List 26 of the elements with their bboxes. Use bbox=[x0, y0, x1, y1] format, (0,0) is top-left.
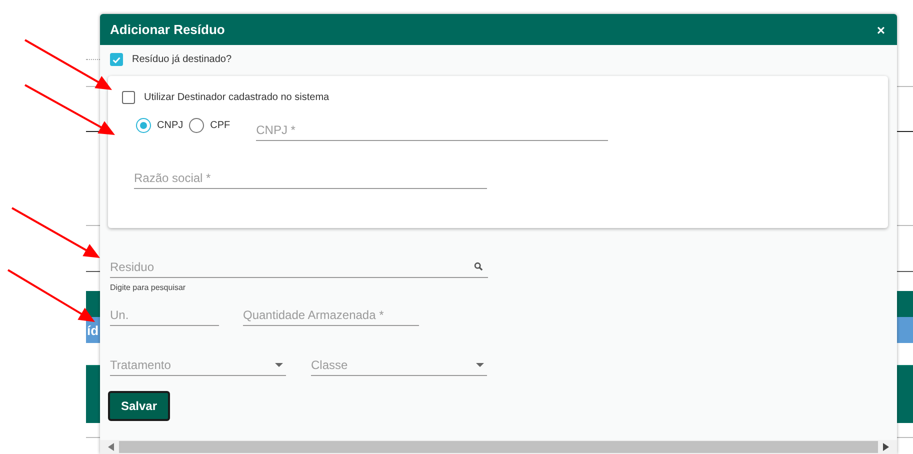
caret-icon bbox=[275, 363, 283, 367]
input-field[interactable]: Un. bbox=[110, 304, 219, 326]
checkbox[interactable] bbox=[110, 53, 123, 66]
search-field[interactable]: Residuo bbox=[110, 256, 488, 278]
checkbox-label: Utilizar Destinador cadastrado no sistema bbox=[144, 92, 330, 103]
radio-button[interactable] bbox=[189, 118, 204, 133]
input-field[interactable]: Quantidade Armazenada * bbox=[243, 304, 419, 326]
select-field[interactable]: Classe bbox=[311, 354, 487, 376]
select-field[interactable]: Tratamento bbox=[110, 354, 286, 376]
scroll-right-icon[interactable] bbox=[883, 443, 889, 451]
caret-icon bbox=[476, 363, 484, 367]
dialog-title: Adicionar Resíduo bbox=[110, 22, 225, 37]
scroll-left-icon[interactable] bbox=[108, 443, 114, 451]
row-text: íd bbox=[87, 322, 99, 338]
field-hint: Digite para pesquisar bbox=[110, 283, 186, 292]
search-icon bbox=[474, 262, 483, 271]
radio-button[interactable] bbox=[136, 118, 151, 133]
checkbox-label: Resíduo já destinado? bbox=[132, 54, 232, 65]
close-button[interactable]: × bbox=[874, 22, 887, 36]
checkbox[interactable] bbox=[122, 91, 135, 104]
save-button[interactable]: Salvar bbox=[108, 391, 170, 421]
radio-label: CNPJ bbox=[157, 120, 184, 131]
radio-label: CPF bbox=[210, 120, 230, 131]
horizontal-scrollbar[interactable] bbox=[100, 440, 897, 454]
input-field[interactable]: Razão social * bbox=[134, 167, 487, 189]
input-field[interactable]: CNPJ * bbox=[256, 119, 608, 141]
